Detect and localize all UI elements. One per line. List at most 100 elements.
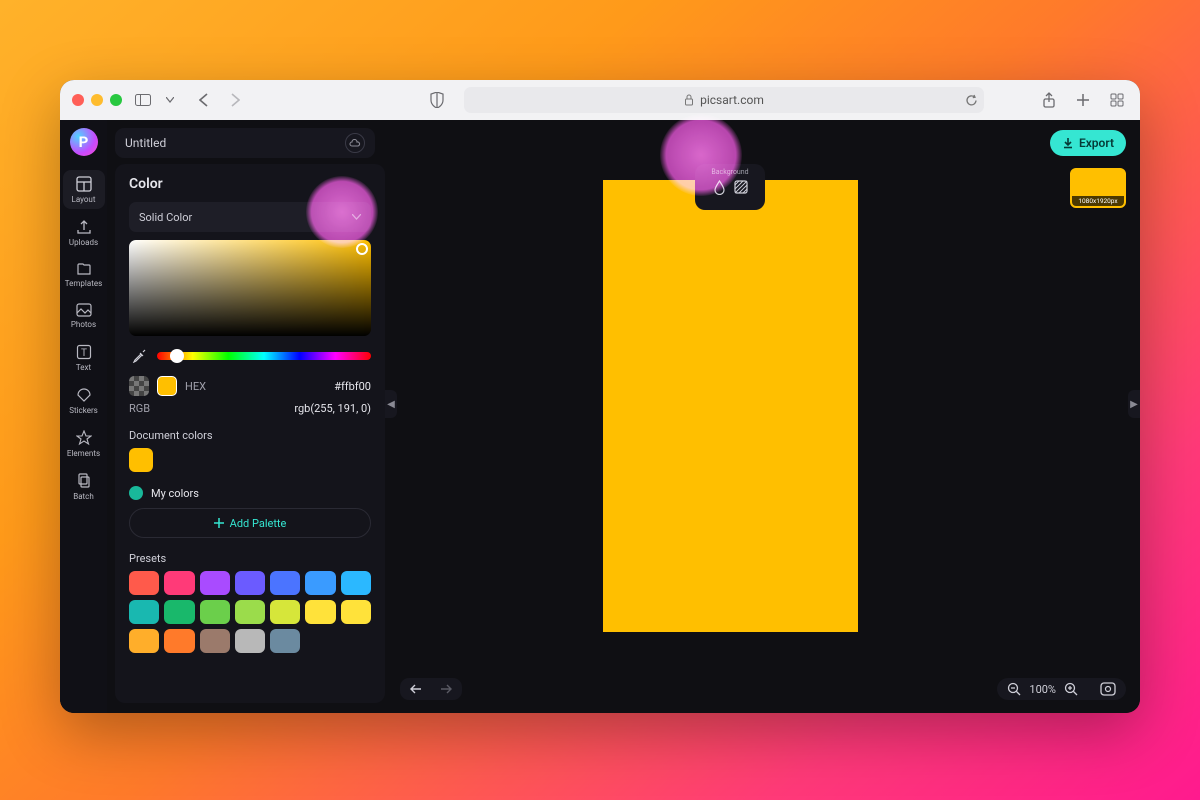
app-root: P Layout Uploads Templates Photos TText … [60, 120, 1140, 713]
transparency-swatch[interactable] [129, 376, 149, 396]
url-bar[interactable]: picsart.com [464, 87, 984, 113]
document-color-swatch[interactable] [129, 448, 153, 472]
elements-icon [76, 430, 92, 446]
rail-item-photos[interactable]: Photos [63, 297, 105, 334]
rail-item-elements[interactable]: Elements [63, 424, 105, 463]
app-logo[interactable]: P [70, 128, 98, 156]
preset-swatch[interactable] [270, 571, 300, 595]
undo-button[interactable] [410, 683, 426, 695]
preset-swatch[interactable] [305, 600, 335, 624]
rail-item-text[interactable]: T Text [63, 338, 105, 377]
preset-swatch[interactable] [200, 600, 230, 624]
close-window-icon[interactable] [72, 94, 84, 106]
shield-icon[interactable] [426, 89, 448, 111]
minimize-window-icon[interactable] [91, 94, 103, 106]
rgb-label: RGB [129, 402, 150, 415]
project-title-bar[interactable]: Untitled [115, 128, 375, 158]
my-colors-row[interactable]: My colors [129, 486, 371, 500]
preset-swatch[interactable] [129, 600, 159, 624]
rgb-value[interactable]: rgb(255, 191, 0) [294, 402, 371, 415]
back-button[interactable] [192, 89, 214, 111]
new-tab-icon[interactable] [1072, 89, 1094, 111]
project-title: Untitled [125, 136, 166, 150]
text-icon: T [76, 344, 92, 360]
preset-swatch[interactable] [164, 600, 194, 624]
page-thumbnail[interactable]: 1080x1920px [1070, 168, 1126, 208]
hex-value[interactable]: #ffbf00 [334, 380, 371, 393]
rail-label: Text [76, 363, 91, 372]
background-label: Background [711, 168, 748, 176]
download-icon [1062, 137, 1074, 149]
preset-swatch[interactable] [235, 600, 265, 624]
collapse-right-handle[interactable]: ▶ [1128, 390, 1140, 418]
rail-label: Templates [65, 279, 102, 288]
export-button[interactable]: Export [1050, 130, 1126, 156]
hue-pointer[interactable] [170, 349, 184, 363]
browser-window: picsart.com P Layout Uploads Templates P… [60, 80, 1140, 713]
zoom-in-button[interactable] [1064, 682, 1078, 696]
forward-button[interactable] [224, 89, 246, 111]
current-color-swatch[interactable] [157, 376, 177, 396]
zoom-out-button[interactable] [1007, 682, 1021, 696]
zoom-level[interactable]: 100% [1029, 683, 1056, 696]
artboard[interactable] [603, 180, 858, 632]
url-text: picsart.com [700, 93, 764, 107]
rail-label: Uploads [69, 238, 98, 247]
doc-colors-title: Document colors [129, 429, 371, 442]
preset-swatch[interactable] [129, 571, 159, 595]
drop-icon[interactable] [713, 180, 726, 195]
fit-screen-button[interactable] [1100, 682, 1116, 696]
palette-icon [129, 486, 143, 500]
rail-item-layout[interactable]: Layout [63, 170, 105, 209]
hue-slider[interactable] [157, 352, 371, 360]
preset-swatch[interactable] [200, 571, 230, 595]
fill-mode-dropdown[interactable]: Solid Color [129, 202, 371, 232]
photos-icon [76, 303, 92, 317]
export-label: Export [1079, 136, 1114, 150]
cloud-sync-icon[interactable] [345, 133, 365, 153]
sv-pointer[interactable] [356, 243, 368, 255]
redo-button[interactable] [436, 683, 452, 695]
preset-swatch[interactable] [164, 571, 194, 595]
add-palette-button[interactable]: Add Palette [129, 508, 371, 538]
thumbnail-dimensions: 1080x1920px [1072, 196, 1124, 206]
preset-swatch[interactable] [129, 629, 159, 653]
share-icon[interactable] [1038, 89, 1060, 111]
preset-swatch[interactable] [270, 600, 300, 624]
svg-text:T: T [81, 348, 87, 359]
preset-swatch[interactable] [235, 629, 265, 653]
rail-item-batch[interactable]: Batch [63, 467, 105, 506]
batch-icon [76, 473, 92, 489]
preset-swatch[interactable] [164, 629, 194, 653]
preset-swatch[interactable] [235, 571, 265, 595]
refresh-icon[interactable] [965, 94, 978, 107]
sidebar-toggle-icon[interactable] [132, 89, 154, 111]
preset-swatch[interactable] [341, 571, 371, 595]
hex-row: HEX #ffbf00 [129, 376, 371, 396]
eyedropper-icon[interactable] [129, 346, 149, 366]
tabs-grid-icon[interactable] [1106, 89, 1128, 111]
upload-icon [76, 219, 92, 235]
rail-item-uploads[interactable]: Uploads [63, 213, 105, 252]
zoom-controls: 100% [997, 678, 1126, 700]
rail-item-stickers[interactable]: Stickers [63, 381, 105, 420]
hex-label: HEX [185, 380, 206, 393]
pattern-icon[interactable] [734, 180, 748, 195]
preset-swatch[interactable] [305, 571, 335, 595]
rail-label: Batch [73, 492, 94, 501]
lock-icon [684, 94, 694, 106]
preset-swatch[interactable] [270, 629, 300, 653]
rail-item-templates[interactable]: Templates [63, 256, 105, 293]
canvas-area: Background [400, 164, 1060, 673]
preset-swatch[interactable] [200, 629, 230, 653]
chevron-down-icon[interactable] [164, 89, 176, 111]
saturation-value-picker[interactable] [129, 240, 371, 336]
rail-label: Stickers [69, 406, 98, 415]
preset-swatch[interactable] [341, 600, 371, 624]
history-controls [400, 678, 462, 700]
tool-rail: P Layout Uploads Templates Photos TText … [60, 120, 107, 713]
maximize-window-icon[interactable] [110, 94, 122, 106]
stickers-icon [76, 387, 92, 403]
collapse-left-handle[interactable]: ◀ [385, 390, 397, 418]
my-colors-label: My colors [151, 487, 199, 500]
